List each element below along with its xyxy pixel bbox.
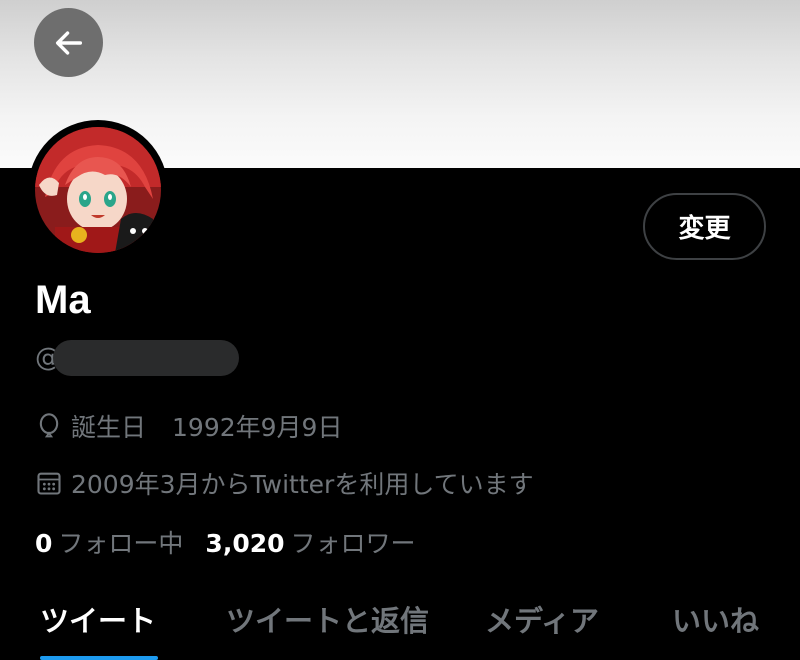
active-tab-indicator xyxy=(40,656,158,660)
tab-tweets-and-replies[interactable]: ツイートと返信 xyxy=(226,598,429,640)
joined-text: 2009年3月からTwitterを利用しています xyxy=(71,470,534,499)
birthday-row: 誕生日 1992年9月9日 xyxy=(35,408,342,444)
display-name: Ma xyxy=(35,278,91,322)
followers-label: フォロワー xyxy=(290,529,416,558)
redacted-handle xyxy=(53,340,239,376)
balloon-icon xyxy=(35,412,63,440)
following-count: 0 xyxy=(35,529,53,558)
back-button[interactable] xyxy=(34,8,103,77)
avatar[interactable] xyxy=(28,120,168,260)
tab-likes[interactable]: いいね xyxy=(672,598,759,640)
tab-tweets[interactable]: ツイート xyxy=(40,598,156,640)
joined-row: 2009年3月からTwitterを利用しています xyxy=(35,465,534,501)
followers-link[interactable]: 3,020 フォロワー xyxy=(205,524,415,560)
birthday-label: 誕生日 xyxy=(71,413,147,442)
following-link[interactable]: 0 フォロー中 xyxy=(35,524,183,560)
arrow-left-icon xyxy=(55,30,82,55)
birthday-value: 1992年9月9日 xyxy=(172,413,343,442)
avatar-image xyxy=(35,127,161,253)
followers-count: 3,020 xyxy=(205,529,285,558)
edit-profile-button[interactable]: 変更 xyxy=(643,193,766,260)
follow-stats: 0 フォロー中 3,020 フォロワー xyxy=(35,524,416,560)
handle: @ xyxy=(35,340,239,376)
tab-media[interactable]: メディア xyxy=(485,598,599,640)
calendar-icon xyxy=(35,469,63,497)
profile-tabs: ツイート ツイートと返信 メディア いいね xyxy=(0,590,800,660)
following-label: フォロー中 xyxy=(58,529,184,558)
